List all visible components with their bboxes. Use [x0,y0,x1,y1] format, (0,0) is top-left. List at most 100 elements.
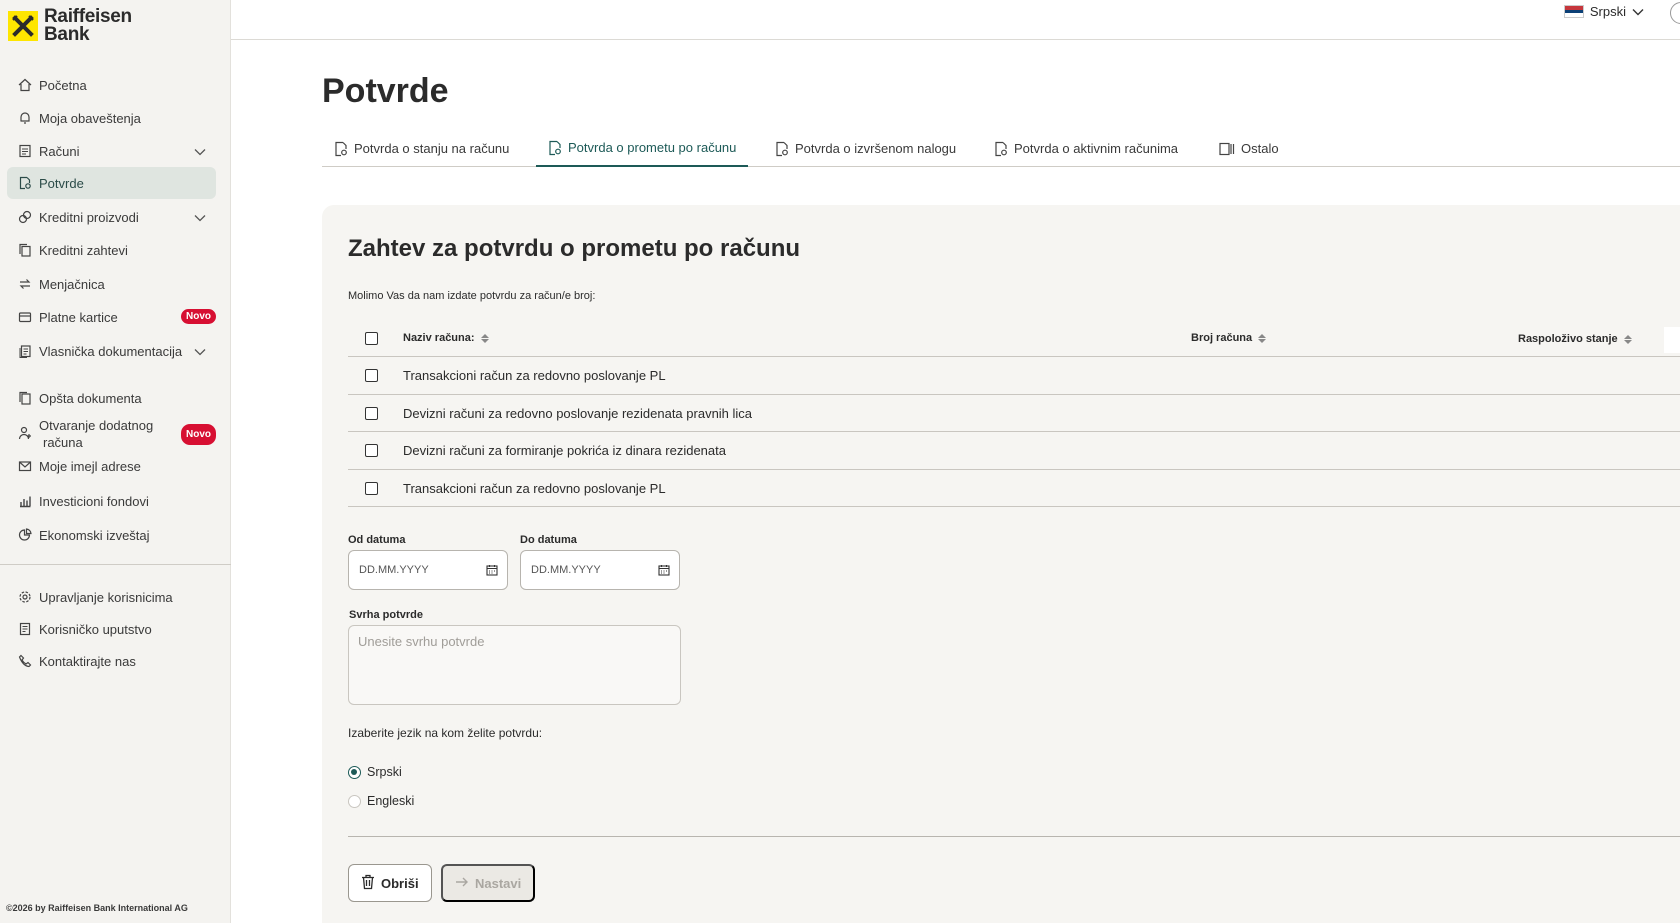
tab-aktivni-racuni[interactable]: Potvrda o aktivnim računima [982,130,1190,167]
account-name-cell: Devizni računi za formiranje pokrića iz … [403,443,726,458]
phone-icon [17,653,33,669]
sidebar-item-pocetna[interactable]: Početna [7,69,216,101]
arrow-right-icon [455,876,469,891]
sidebar-item-racuni[interactable]: Računi [7,135,216,167]
logo[interactable]: Raiffeisen Bank [8,7,132,45]
copyright-text: ©2026 by Raiffeisen Bank International A… [6,903,188,913]
table-scroll-edge [1664,327,1680,353]
sidebar-item-kreditni-proizvodi[interactable]: Kreditni proizvodi [7,201,216,233]
mail-icon [17,458,33,474]
page-title: Potvrde [322,72,449,110]
radio-label: Engleski [367,794,415,808]
sidebar-item-otvaranje-racuna[interactable]: Otvaranje dodatnog računa Novo [7,413,216,453]
purpose-textarea[interactable]: Unesite svrhu potvrde [348,625,681,705]
delete-button-label: Obriši [381,875,419,891]
language-question: Izaberite jezik na kom želite potvrdu: [348,726,543,740]
language-option-srpski[interactable]: Srpski [348,765,402,779]
table-row[interactable]: Transakcioni račun za redovno poslovanje… [348,470,1680,507]
sidebar-item-imejl-adrese[interactable]: Moje imejl adrese [7,450,216,482]
account-name-cell: Devizni računi za redovno poslovanje rez… [403,405,753,421]
row-checkbox[interactable] [365,406,378,420]
table-header: Naziv računa: Broj računa Raspoloživo st… [348,320,1680,357]
trash-icon [361,874,375,893]
bar-chart-icon [17,493,33,509]
chevron-down-icon[interactable] [194,144,206,159]
sidebar-divider [0,564,231,565]
exchange-icon [17,276,33,292]
sidebar-item-label: Investicioni fondovi [39,493,149,509]
sidebar-item-label: Računi [39,143,80,159]
calendar-icon[interactable] [486,564,498,579]
date-from-input[interactable]: DD.MM.YYYY [348,550,508,590]
new-badge: Novo [181,309,216,324]
sidebar-item-investicioni-fondovi[interactable]: Investicioni fondovi [7,485,216,517]
radio-button-selected[interactable] [348,765,361,779]
accounts-table: Naziv računa: Broj računa Raspoloživo st… [348,320,1680,507]
sidebar-item-vlasnicka-dokumentacija[interactable]: Vlasnička dokumentacija [7,335,216,367]
continue-button[interactable]: Nastavi [441,864,536,902]
table-row[interactable]: Devizni računi za redovno poslovanje rez… [348,395,1680,432]
date-from-label: Od datuma [348,534,406,546]
column-header-balance[interactable]: Raspoloživo stanje [1518,333,1632,345]
table-row[interactable]: Devizni računi za formiranje pokrića iz … [348,432,1680,470]
tab-label: Potvrda o prometu po računu [568,140,737,155]
language-option-engleski[interactable]: Engleski [348,794,414,808]
row-checkbox[interactable] [365,444,378,457]
chevron-down-icon [1632,4,1644,19]
user-add-icon [17,425,33,441]
tab-label: Potvrda o stanju na računu [354,141,510,156]
sidebar-item-potvrde[interactable]: Potvrde [7,167,216,199]
row-checkbox[interactable] [365,481,378,495]
sidebar-item-opsta-dokumenta[interactable]: Opšta dokumenta [7,382,216,414]
certificate-icon [775,141,789,157]
column-header-name[interactable]: Naziv računa: [403,332,489,344]
tab-ostalo[interactable]: Ostalo [1207,130,1291,167]
chevron-down-icon[interactable] [194,344,206,359]
date-to-placeholder: DD.MM.YYYY [531,564,601,576]
tab-promet-po-racunu[interactable]: Potvrda o prometu po računu [536,130,749,167]
sidebar-item-label: Menjačnica [39,276,105,292]
logo-text: Raiffeisen Bank [44,7,132,45]
radio-button[interactable] [348,794,361,808]
columns-icon [1219,142,1235,156]
sidebar-item-obavestenja[interactable]: Moja obaveštenja [7,102,216,134]
certificate-icon [994,141,1008,157]
sidebar-item-label: Platne kartice [39,309,118,325]
language-label: Srpski [1589,4,1626,19]
sort-icon [1623,334,1632,344]
language-switcher[interactable]: Srpski [1563,4,1644,19]
account-name-cell: Transakcioni račun za redovno poslovanje… [403,480,666,496]
sidebar-item-menjacnica[interactable]: Menjačnica [7,268,216,300]
delete-button[interactable]: Obriši [348,864,432,902]
radio-label: Srpski [367,765,402,779]
tab-izvrsen-nalog[interactable]: Potvrda o izvršenom nalogu [763,130,968,167]
sidebar-item-ekonomski-izvestaj[interactable]: Ekonomski izveštaj [7,519,216,551]
date-to-input[interactable]: DD.MM.YYYY [520,550,680,590]
sidebar-item-label: Korisničko uputstvo [39,621,152,637]
row-checkbox[interactable] [365,369,378,382]
chevron-down-icon[interactable] [194,210,206,225]
sidebar-item-label: Upravljanje korisnicima [39,589,173,605]
date-from-placeholder: DD.MM.YYYY [359,564,429,576]
table-row[interactable]: Transakcioni račun za redovno poslovanje… [348,357,1680,395]
tab-label: Potvrda o izvršenom nalogu [795,141,957,156]
continue-button-label: Nastavi [475,875,522,891]
user-avatar[interactable] [1670,2,1680,24]
card-icon [17,309,33,325]
column-header-number[interactable]: Broj računa [1191,332,1267,344]
sidebar-item-label: Kreditni proizvodi [39,209,139,225]
certificate-icon [334,141,348,157]
calendar-icon[interactable] [658,564,670,579]
sidebar-item-korisnicko-uputstvo[interactable]: Korisničko uputstvo [7,613,216,645]
logo-line2: Bank [44,24,90,45]
select-all-checkbox[interactable] [365,332,378,345]
home-icon [17,77,33,93]
docs-icon [17,390,33,406]
tab-label: Ostalo [1241,141,1279,156]
sidebar-item-kreditni-zahtevi[interactable]: Kreditni zahtevi [7,234,216,266]
sidebar-item-platne-kartice[interactable]: Platne kartice Novo [7,301,216,333]
tab-stanje-na-racunu[interactable]: Potvrda o stanju na računu [322,130,521,167]
column-header-label: Raspoloživo stanje [1518,333,1618,345]
sidebar-item-kontakt[interactable]: Kontaktirajte nas [7,645,216,677]
sidebar-item-upravljanje-korisnicima[interactable]: Upravljanje korisnicima [7,581,216,613]
